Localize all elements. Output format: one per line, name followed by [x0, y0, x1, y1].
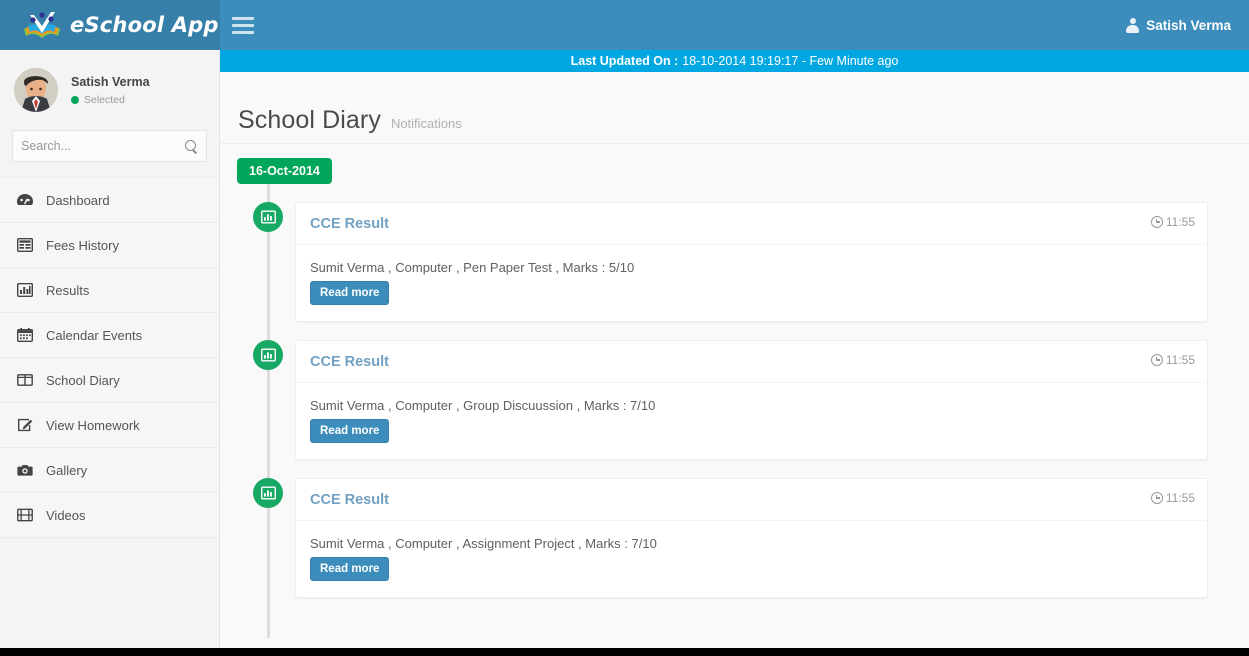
sidebar-profile[interactable]: Satish Verma Selected	[0, 50, 219, 130]
camera-icon	[16, 462, 34, 478]
book-people-logo-icon	[22, 9, 62, 41]
read-more-button[interactable]: Read more	[310, 281, 390, 305]
sidebar-item-fees-history[interactable]: Fees History	[0, 222, 219, 268]
sidebar-item-label: Gallery	[46, 462, 88, 478]
timeline-card-header: CCE Result 11:55	[296, 341, 1207, 383]
sidebar-item-label: Calendar Events	[46, 327, 143, 343]
timeline-card-header: CCE Result 11:55	[296, 203, 1207, 245]
sidebar: Satish Verma Selected Dashboard Fees His…	[0, 50, 220, 648]
dashboard-icon	[16, 192, 34, 208]
timeline-card: CCE Result 11:55 Sumit Verma , Computer …	[295, 478, 1208, 598]
time-value: 11:55	[1165, 215, 1195, 229]
sidebar-item-calendar-events[interactable]: Calendar Events	[0, 312, 219, 358]
sidebar-item-videos[interactable]: Videos	[0, 492, 219, 538]
timeline-item: CCE Result 11:55 Sumit Verma , Computer …	[220, 340, 1249, 460]
timeline-card-footer: Read more	[296, 557, 1207, 597]
search-icon[interactable]	[185, 139, 198, 153]
timeline: 16-Oct-2014 CCE Result 11:55 Sumit Verma…	[220, 144, 1249, 638]
sidebar-item-school-diary[interactable]: School Diary	[0, 357, 219, 403]
avatar	[14, 68, 58, 112]
sidebar-item-results[interactable]: Results	[0, 267, 219, 313]
sidebar-item-label: School Diary	[46, 372, 120, 388]
page-header: School Diary Notifications	[220, 72, 1249, 144]
timeline-item: CCE Result 11:55 Sumit Verma , Computer …	[220, 202, 1249, 322]
clock-icon	[1150, 216, 1163, 228]
search-input[interactable]	[21, 139, 185, 153]
bar-chart-icon	[253, 340, 283, 370]
timeline-card: CCE Result 11:55 Sumit Verma , Computer …	[295, 340, 1208, 460]
sidebar-item-gallery[interactable]: Gallery	[0, 447, 219, 493]
sidebar-item-label: Videos	[46, 507, 86, 523]
last-updated-label: Last Updated On :	[570, 54, 679, 68]
user-menu[interactable]: Satish Verma	[1126, 17, 1231, 33]
sidebar-item-dashboard[interactable]: Dashboard	[0, 177, 219, 223]
profile-info: Satish Verma Selected	[71, 75, 150, 106]
bottom-bar	[0, 648, 1249, 656]
status-dot-icon	[71, 95, 79, 104]
timeline-card-title: CCE Result	[310, 216, 389, 232]
sidebar-item-label: Dashboard	[46, 192, 110, 208]
top-bar: eSchool App Satish Verma	[0, 0, 1249, 50]
user-name: Satish Verma	[1146, 17, 1231, 33]
timeline-card-time: 11:55	[1150, 491, 1195, 505]
timeline-card-title: CCE Result	[310, 354, 389, 370]
hamburger-icon[interactable]	[220, 0, 266, 50]
timeline-card: CCE Result 11:55 Sumit Verma , Computer …	[295, 202, 1208, 322]
user-icon	[1126, 17, 1140, 33]
calendar-icon	[16, 327, 34, 343]
sidebar-item-label: View Homework	[46, 417, 140, 433]
timeline-card-footer: Read more	[296, 419, 1207, 459]
timeline-card-time: 11:55	[1150, 353, 1195, 367]
film-icon	[16, 507, 34, 523]
sidebar-item-label: Fees History	[46, 237, 119, 253]
timeline-card-body: Sumit Verma , Computer , Pen Paper Test …	[310, 260, 635, 275]
profile-status: Selected	[71, 94, 150, 106]
sidebar-menu: Dashboard Fees History Results Calendar …	[0, 177, 219, 538]
timeline-date-badge: 16-Oct-2014	[237, 158, 332, 184]
read-more-button[interactable]: Read more	[310, 419, 390, 443]
brand-logo[interactable]: eSchool App	[0, 0, 220, 50]
sidebar-item-label: Results	[46, 282, 90, 298]
page-subtitle: Notifications	[390, 116, 462, 131]
time-value: 11:55	[1165, 491, 1195, 505]
timeline-card-footer: Read more	[296, 281, 1207, 321]
timeline-item: CCE Result 11:55 Sumit Verma , Computer …	[220, 478, 1249, 598]
sidebar-item-view-homework[interactable]: View Homework	[0, 402, 219, 448]
clock-icon	[1150, 354, 1163, 366]
brand-name: eSchool App	[70, 13, 219, 37]
last-updated-banner: Last Updated On : 18-10-2014 19:19:17 - …	[220, 50, 1249, 72]
pencil-square-icon	[16, 417, 34, 433]
timeline-card-header: CCE Result 11:55	[296, 479, 1207, 521]
last-updated-value: 18-10-2014 19:19:17 - Few Minute ago	[682, 54, 899, 68]
table-icon	[16, 237, 34, 253]
page-title: School Diary	[238, 106, 381, 134]
bar-chart-icon	[16, 282, 34, 298]
nav-bar: Satish Verma	[220, 0, 1249, 50]
timeline-card-time: 11:55	[1150, 215, 1195, 229]
timeline-card-title: CCE Result	[310, 492, 389, 508]
sidebar-search	[0, 130, 219, 162]
bar-chart-icon	[253, 478, 283, 508]
timeline-card-body: Sumit Verma , Computer , Group Discuussi…	[310, 398, 656, 413]
time-value: 11:55	[1165, 353, 1195, 367]
columns-icon	[16, 372, 34, 388]
timeline-card-body: Sumit Verma , Computer , Assignment Proj…	[310, 536, 657, 551]
search-box[interactable]	[12, 130, 207, 162]
content-area: School Diary Notifications 16-Oct-2014 C…	[220, 72, 1249, 648]
profile-status-label: Selected	[84, 93, 125, 106]
clock-icon	[1150, 492, 1163, 504]
bar-chart-icon	[253, 202, 283, 232]
profile-name: Satish Verma	[71, 74, 150, 89]
read-more-button[interactable]: Read more	[310, 557, 390, 581]
